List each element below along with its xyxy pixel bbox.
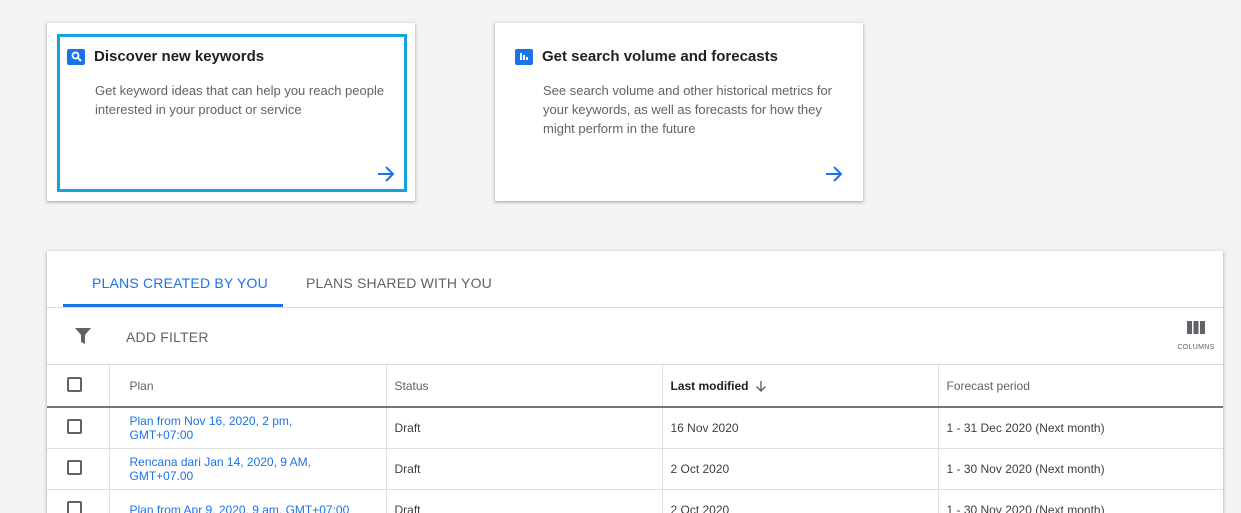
row-select-cell bbox=[47, 407, 109, 449]
row-select-cell bbox=[47, 489, 109, 513]
header-forecast-period[interactable]: Forecast period bbox=[937, 365, 1223, 408]
header-status[interactable]: Status bbox=[385, 365, 662, 408]
header-plan[interactable]: Plan bbox=[108, 365, 386, 408]
table-row: Rencana dari Jan 14, 2020, 9 AM, GMT+07.… bbox=[47, 448, 1223, 490]
card-title: Discover new keywords bbox=[94, 48, 265, 65]
header-last-modified[interactable]: Last modified bbox=[661, 365, 938, 408]
row-checkbox[interactable] bbox=[67, 500, 82, 513]
plan-link[interactable]: Plan from Nov 16, 2020, 2 pm, GMT+07:00 bbox=[108, 407, 386, 449]
status-cell: Draft bbox=[385, 448, 662, 490]
plans-panel: PLANS CREATED BY YOU PLANS SHARED WITH Y… bbox=[47, 251, 1223, 513]
card-description: See search volume and other historical m… bbox=[543, 83, 833, 136]
card-description: Get keyword ideas that can help you reac… bbox=[95, 83, 385, 117]
row-checkbox[interactable] bbox=[67, 418, 82, 434]
card-title: Get search volume and forecasts bbox=[542, 48, 778, 65]
arrow-right-icon[interactable] bbox=[376, 165, 396, 183]
select-all-cell bbox=[47, 365, 109, 408]
tab-plans-shared-with-you[interactable]: PLANS SHARED WITH YOU bbox=[306, 275, 492, 291]
discover-keywords-card[interactable]: Discover new keywords Get keyword ideas … bbox=[47, 23, 415, 201]
columns-label: COLUMNS bbox=[1177, 344, 1215, 351]
table-row: Plan from Nov 16, 2020, 2 pm, GMT+07:00 … bbox=[47, 407, 1223, 449]
arrow-right-icon[interactable] bbox=[824, 165, 844, 183]
add-filter-button[interactable]: ADD FILTER bbox=[126, 329, 209, 345]
last-modified-cell: 16 Nov 2020 bbox=[661, 407, 938, 449]
bar-chart-icon bbox=[515, 48, 533, 65]
plan-link[interactable]: Plan from Apr 9, 2020, 9 am, GMT+07:00 bbox=[108, 489, 386, 513]
filter-bar: ADD FILTER COLUMNS bbox=[47, 308, 1223, 365]
card-header: Get search volume and forecasts bbox=[515, 48, 778, 65]
search-icon bbox=[67, 48, 85, 65]
filter-icon[interactable] bbox=[75, 328, 91, 344]
last-modified-cell: 2 Oct 2020 bbox=[661, 448, 938, 490]
plan-link[interactable]: Rencana dari Jan 14, 2020, 9 AM, GMT+07.… bbox=[108, 448, 386, 490]
active-tab-indicator bbox=[63, 304, 283, 307]
columns-button[interactable]: COLUMNS bbox=[1176, 321, 1216, 351]
columns-icon bbox=[1187, 321, 1205, 334]
select-all-checkbox[interactable] bbox=[67, 376, 82, 392]
forecast-period-cell: 1 - 31 Dec 2020 (Next month) bbox=[937, 407, 1223, 449]
forecast-period-cell: 1 - 30 Nov 2020 (Next month) bbox=[937, 448, 1223, 490]
search-volume-card[interactable]: Get search volume and forecasts See sear… bbox=[495, 23, 863, 201]
row-checkbox[interactable] bbox=[67, 459, 82, 475]
tab-plans-created-by-you[interactable]: PLANS CREATED BY YOU bbox=[92, 275, 268, 291]
plans-tabs: PLANS CREATED BY YOU PLANS SHARED WITH Y… bbox=[47, 251, 1223, 308]
status-cell: Draft bbox=[385, 407, 662, 449]
plans-table: Plan Status Last modified Forecast perio… bbox=[47, 365, 1223, 513]
status-cell: Draft bbox=[385, 489, 662, 513]
forecast-period-cell: 1 - 30 Nov 2020 (Next month) bbox=[937, 489, 1223, 513]
table-header-row: Plan Status Last modified Forecast perio… bbox=[47, 365, 1223, 408]
sort-descending-icon bbox=[755, 381, 766, 393]
table-row: Plan from Apr 9, 2020, 9 am, GMT+07:00 D… bbox=[47, 489, 1223, 513]
row-select-cell bbox=[47, 448, 109, 490]
card-header: Discover new keywords bbox=[67, 48, 264, 65]
last-modified-cell: 2 Oct 2020 bbox=[661, 489, 938, 513]
header-last-modified-label: Last modified bbox=[670, 378, 749, 393]
